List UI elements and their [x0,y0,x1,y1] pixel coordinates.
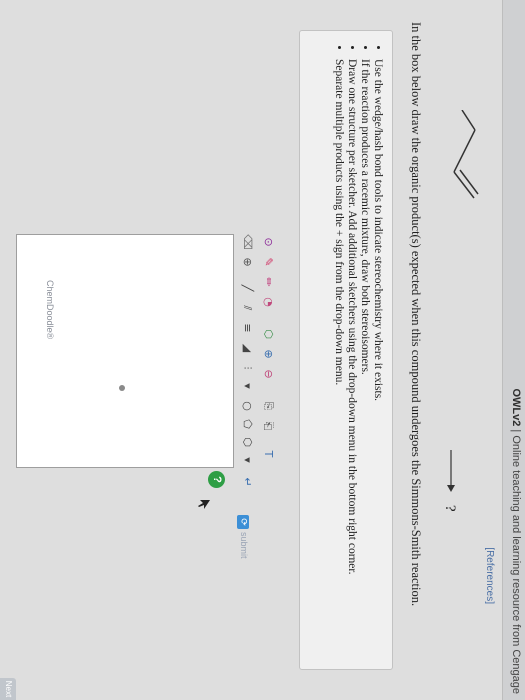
reactant-bond [461,110,476,131]
reaction-arrow [447,450,455,492]
lasso-tool-icon[interactable]: ⊙ [260,234,276,250]
reactant-structure [453,110,479,199]
eraser-tool-icon[interactable]: ✎ [260,254,276,270]
wedge-bond-icon[interactable]: ◢ [239,340,255,356]
unknown-product: ? [442,505,458,512]
reactant-molecule: ? [442,110,479,512]
ring3-icon[interactable]: ○ [239,398,255,414]
instructions-list: Use the wedge/hash bond tools to indicat… [332,43,384,657]
sketcher-toolbar-bottom: ⌫ ⊕ ╱ ⫽ ≡ ◢ ⫶ ▾ ○ ⬠ ⬡ ▾ ↵ [235,234,257,534]
instruction-item: Draw one structure per sketcher. Add add… [345,59,358,657]
double-bond-icon[interactable]: ⫽ [239,300,255,316]
ring-tool-icon[interactable]: ◔ [260,294,276,310]
bond-dropdown-icon[interactable]: ▾ [239,378,255,394]
more-tools-icon[interactable]: ↵ [239,474,255,490]
triple-bond-icon[interactable]: ≡ [239,320,255,336]
help-button[interactable]: ? [208,471,225,488]
ring5-icon[interactable]: ⬠ [239,416,255,432]
hash-bond-icon[interactable]: ⫶ [239,360,255,376]
clear-canvas-icon[interactable]: ⌫ [239,234,255,250]
charge-plus-icon[interactable]: ⊕ [260,346,276,362]
owl-logo: OWLv2 [510,388,522,427]
template-tool-icon[interactable]: ⬡ [260,326,276,342]
ring6-icon[interactable]: ⬡ [239,434,255,450]
pencil-tool-icon[interactable]: ✏ [260,274,276,290]
instructions-box: Use the wedge/hash bond tools to indicat… [299,30,393,670]
sketcher-toolbar-top: ⊙ ✎ ✏ ◔ ⬡ ⊕ ⊖ ⎘ ⎗ T [256,234,278,474]
next-button[interactable]: Next [0,678,16,700]
single-bond-icon[interactable]: ╱ [239,280,255,296]
app-header: OWLv2 | Online teaching and learning res… [502,0,525,700]
submit-icon[interactable]: ⟳ [237,515,249,529]
chemdoodle-watermark: ChemDoodle® [45,280,55,340]
text-tool-icon[interactable]: T [260,446,276,462]
atom-dropdown-icon[interactable]: ⊕ [239,254,255,270]
owl-brand: OWLv2 | Online teaching and learning res… [510,388,522,694]
references-link[interactable]: [References] [484,547,495,604]
instruction-item: Use the wedge/hash bond tools to indicat… [371,59,384,657]
reactant-bond [453,129,476,173]
submit-label[interactable]: submit [239,532,249,559]
instruction-item: Separate multiple products using the + s… [332,59,345,657]
copy-tool-icon[interactable]: ⎘ [260,398,276,414]
charge-minus-icon[interactable]: ⊖ [260,366,276,382]
question-text: In the box below draw the organic produc… [409,22,423,607]
chemdoodle-sketcher[interactable] [16,234,234,468]
owl-question-page: OWLv2 | Online teaching and learning res… [0,0,525,700]
owl-tagline: | Online teaching and learning resource … [510,429,522,694]
paste-tool-icon[interactable]: ⎗ [260,418,276,434]
mouse-cursor-icon [198,500,210,509]
sketcher-center-dot [119,385,125,391]
instruction-item: If the reaction produces a racemic mixtu… [358,59,371,657]
ring-dropdown-icon[interactable]: ▾ [239,452,255,468]
